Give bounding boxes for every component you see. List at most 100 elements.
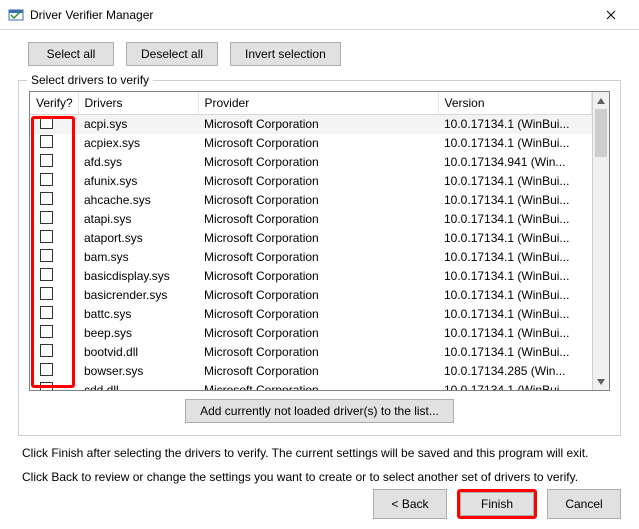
cell-version: 10.0.17134.1 (WinBui...	[438, 134, 592, 153]
table-row[interactable]: cdd.dllMicrosoft Corporation10.0.17134.1…	[30, 381, 592, 391]
cell-provider: Microsoft Corporation	[198, 172, 438, 191]
finish-button[interactable]: Finish	[460, 492, 534, 516]
cell-driver: ataport.sys	[78, 229, 198, 248]
cell-driver: basicrender.sys	[78, 286, 198, 305]
scroll-up-arrow[interactable]	[593, 92, 609, 109]
info-line-1: Click Finish after selecting the drivers…	[22, 444, 617, 462]
cell-version: 10.0.17134.1 (WinBui...	[438, 172, 592, 191]
cell-driver: basicdisplay.sys	[78, 267, 198, 286]
cell-provider: Microsoft Corporation	[198, 362, 438, 381]
table-row[interactable]: ataport.sysMicrosoft Corporation10.0.171…	[30, 229, 592, 248]
verify-checkbox[interactable]	[40, 325, 53, 338]
cancel-button[interactable]: Cancel	[547, 489, 621, 519]
deselect-all-button[interactable]: Deselect all	[126, 42, 218, 66]
verify-checkbox[interactable]	[40, 230, 53, 243]
verify-checkbox[interactable]	[40, 116, 53, 129]
cell-driver: cdd.dll	[78, 381, 198, 391]
cell-provider: Microsoft Corporation	[198, 324, 438, 343]
add-not-loaded-button[interactable]: Add currently not loaded driver(s) to th…	[185, 399, 454, 423]
table-row[interactable]: afd.sysMicrosoft Corporation10.0.17134.9…	[30, 153, 592, 172]
info-line-2: Click Back to review or change the setti…	[22, 468, 617, 486]
cell-driver: bowser.sys	[78, 362, 198, 381]
cell-driver: atapi.sys	[78, 210, 198, 229]
content-area: Select all Deselect all Invert selection…	[0, 30, 639, 496]
cell-driver: afunix.sys	[78, 172, 198, 191]
drivers-groupbox: Select drivers to verify Verify? Drivers…	[18, 80, 621, 436]
table-row[interactable]: ahcache.sysMicrosoft Corporation10.0.171…	[30, 191, 592, 210]
back-button[interactable]: < Back	[373, 489, 447, 519]
close-button[interactable]	[591, 0, 631, 30]
cell-provider: Microsoft Corporation	[198, 153, 438, 172]
column-header-drivers[interactable]: Drivers	[78, 92, 198, 115]
cell-version: 10.0.17134.1 (WinBui...	[438, 229, 592, 248]
cell-version: 10.0.17134.285 (Win...	[438, 362, 592, 381]
verify-checkbox[interactable]	[40, 173, 53, 186]
column-header-version[interactable]: Version	[438, 92, 592, 115]
cell-version: 10.0.17134.1 (WinBui...	[438, 324, 592, 343]
table-row[interactable]: beep.sysMicrosoft Corporation10.0.17134.…	[30, 324, 592, 343]
cell-version: 10.0.17134.1 (WinBui...	[438, 267, 592, 286]
cell-version: 10.0.17134.1 (WinBui...	[438, 343, 592, 362]
cell-driver: battc.sys	[78, 305, 198, 324]
verify-checkbox[interactable]	[40, 154, 53, 167]
footer-buttons: < Back Finish Cancel	[373, 489, 621, 519]
cell-provider: Microsoft Corporation	[198, 191, 438, 210]
cell-version: 10.0.17134.1 (WinBui...	[438, 210, 592, 229]
verify-checkbox[interactable]	[40, 306, 53, 319]
highlight-finish: Finish	[457, 489, 537, 519]
verify-checkbox[interactable]	[40, 211, 53, 224]
cell-provider: Microsoft Corporation	[198, 267, 438, 286]
verify-checkbox[interactable]	[40, 344, 53, 357]
vertical-scrollbar[interactable]	[592, 92, 609, 390]
table-row[interactable]: acpiex.sysMicrosoft Corporation10.0.1713…	[30, 134, 592, 153]
cell-version: 10.0.17134.1 (WinBui...	[438, 381, 592, 391]
column-header-provider[interactable]: Provider	[198, 92, 438, 115]
cell-provider: Microsoft Corporation	[198, 210, 438, 229]
table-row[interactable]: battc.sysMicrosoft Corporation10.0.17134…	[30, 305, 592, 324]
cell-provider: Microsoft Corporation	[198, 229, 438, 248]
cell-driver: acpiex.sys	[78, 134, 198, 153]
groupbox-legend: Select drivers to verify	[27, 73, 153, 87]
cell-driver: acpi.sys	[78, 115, 198, 134]
cell-driver: ahcache.sys	[78, 191, 198, 210]
cell-version: 10.0.17134.941 (Win...	[438, 153, 592, 172]
cell-driver: afd.sys	[78, 153, 198, 172]
verify-checkbox[interactable]	[40, 268, 53, 281]
select-all-button[interactable]: Select all	[28, 42, 114, 66]
scroll-down-arrow[interactable]	[593, 373, 609, 390]
table-row[interactable]: basicrender.sysMicrosoft Corporation10.0…	[30, 286, 592, 305]
scroll-thumb[interactable]	[595, 109, 607, 157]
cell-version: 10.0.17134.1 (WinBui...	[438, 305, 592, 324]
cell-provider: Microsoft Corporation	[198, 248, 438, 267]
column-header-verify[interactable]: Verify?	[30, 92, 78, 115]
table-row[interactable]: bootvid.dllMicrosoft Corporation10.0.171…	[30, 343, 592, 362]
table-row[interactable]: basicdisplay.sysMicrosoft Corporation10.…	[30, 267, 592, 286]
table-row[interactable]: bowser.sysMicrosoft Corporation10.0.1713…	[30, 362, 592, 381]
verify-checkbox[interactable]	[40, 382, 53, 390]
verify-checkbox[interactable]	[40, 363, 53, 376]
cell-provider: Microsoft Corporation	[198, 286, 438, 305]
verify-checkbox[interactable]	[40, 287, 53, 300]
cell-provider: Microsoft Corporation	[198, 134, 438, 153]
scroll-track[interactable]	[593, 109, 609, 373]
invert-selection-button[interactable]: Invert selection	[230, 42, 341, 66]
verify-checkbox[interactable]	[40, 249, 53, 262]
driver-table-container: Verify? Drivers Provider Version acpi.sy…	[29, 91, 610, 391]
cell-provider: Microsoft Corporation	[198, 305, 438, 324]
table-row[interactable]: atapi.sysMicrosoft Corporation10.0.17134…	[30, 210, 592, 229]
verify-checkbox[interactable]	[40, 135, 53, 148]
cell-provider: Microsoft Corporation	[198, 343, 438, 362]
table-row[interactable]: acpi.sysMicrosoft Corporation10.0.17134.…	[30, 115, 592, 134]
cell-version: 10.0.17134.1 (WinBui...	[438, 191, 592, 210]
titlebar: Driver Verifier Manager	[0, 0, 639, 30]
cell-provider: Microsoft Corporation	[198, 381, 438, 391]
info-text: Click Finish after selecting the drivers…	[22, 444, 617, 486]
table-row[interactable]: afunix.sysMicrosoft Corporation10.0.1713…	[30, 172, 592, 191]
app-icon	[8, 7, 24, 23]
cell-version: 10.0.17134.1 (WinBui...	[438, 286, 592, 305]
cell-driver: bootvid.dll	[78, 343, 198, 362]
cell-driver: bam.sys	[78, 248, 198, 267]
window-title: Driver Verifier Manager	[30, 8, 591, 22]
table-row[interactable]: bam.sysMicrosoft Corporation10.0.17134.1…	[30, 248, 592, 267]
verify-checkbox[interactable]	[40, 192, 53, 205]
